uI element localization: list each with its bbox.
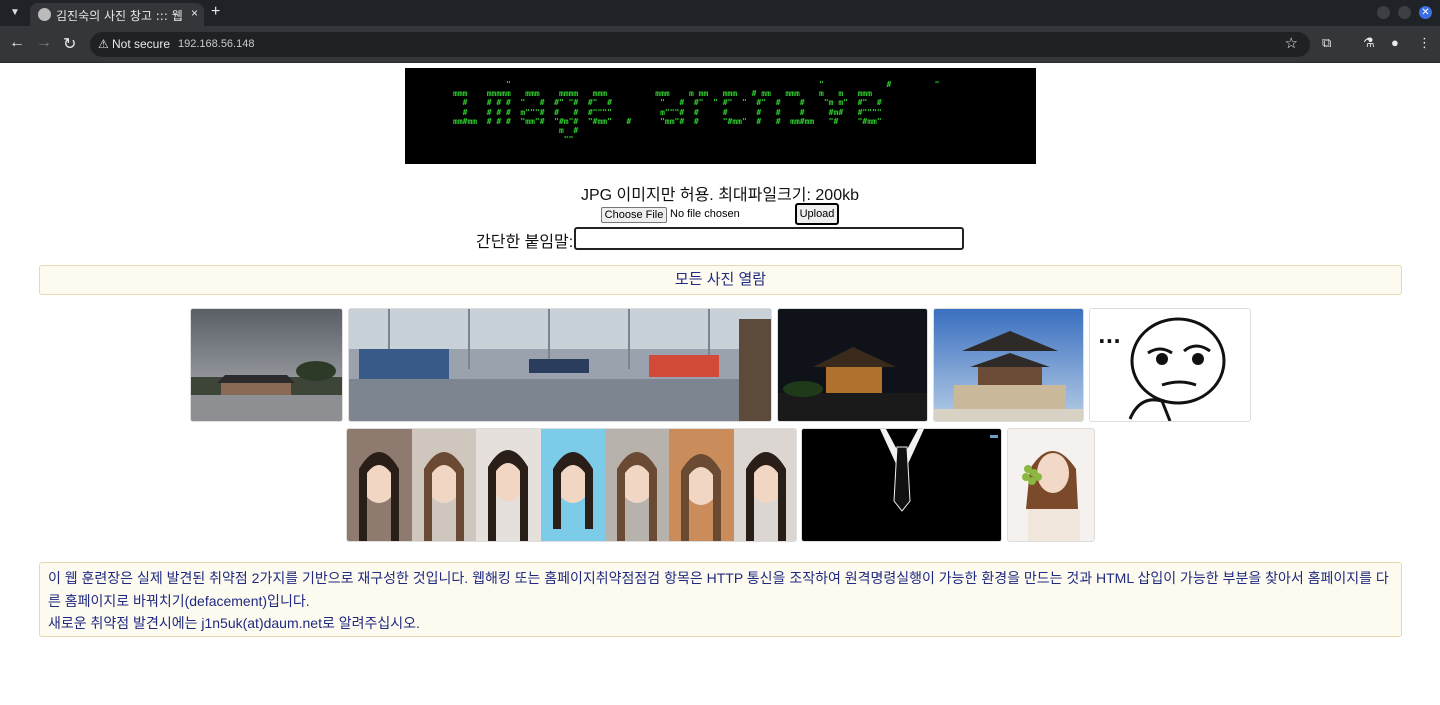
- active-tab[interactable]: 김진숙의 사진 창고 ::: 웹해킹 훈련장 ×: [30, 3, 204, 26]
- back-icon[interactable]: ←: [9, 34, 25, 52]
- labs-flask-icon[interactable]: ⚗: [1363, 35, 1375, 51]
- globe-icon: [38, 8, 51, 21]
- address-bar[interactable]: ⚠ Not secure 192.168.56.148 ☆: [90, 32, 1310, 57]
- upload-button[interactable]: Upload: [795, 203, 839, 225]
- thinking-face-image: ...: [1090, 309, 1250, 421]
- security-indicator[interactable]: Not secure: [112, 37, 170, 51]
- menu-kebab-icon[interactable]: ⋮: [1418, 35, 1431, 51]
- photo-thumbnail-palace-gate[interactable]: [933, 308, 1084, 422]
- woman-grapes-image: [1008, 429, 1094, 541]
- photo-thumbnail-suit-silhouette[interactable]: [801, 428, 1002, 542]
- reload-icon[interactable]: ↻: [63, 34, 76, 54]
- tab-strip: ▼ 김진숙의 사진 창고 ::: 웹해킹 훈련장 × + ✕: [0, 0, 1440, 26]
- info-description: 이 웹 훈련장은 실제 발견된 취약점 2가지를 기반으로 재구성한 것입니다.…: [48, 570, 1389, 609]
- minimize-button[interactable]: [1377, 6, 1390, 19]
- window-close-icon[interactable]: ✕: [1419, 6, 1432, 19]
- photo-thumbnail-portrait-collage[interactable]: [346, 428, 797, 542]
- extensions-icon[interactable]: ⧉: [1322, 35, 1331, 51]
- tab-search-icon[interactable]: ▼: [6, 4, 24, 22]
- photo-thumbnail-train-station[interactable]: [348, 308, 772, 422]
- photo-thumbnail-thinking-face[interactable]: ...: [1089, 308, 1251, 422]
- tab-title: 김진숙의 사진 창고 ::: 웹해킹 훈련장: [56, 9, 182, 23]
- palace-gate-image: [934, 309, 1083, 421]
- palace-night-image: [778, 309, 927, 421]
- bookmark-star-icon[interactable]: ☆: [1285, 34, 1298, 52]
- maximize-button[interactable]: [1398, 6, 1411, 19]
- browser-toolbar: ← → ↻ ⚠ Not secure 192.168.56.148 ☆ ⧉ ⚗ …: [0, 26, 1440, 63]
- portrait-collage-image: [347, 429, 796, 541]
- info-panel: 이 웹 훈련장은 실제 발견된 취약점 2가지를 기반으로 재구성한 것입니다.…: [39, 562, 1402, 637]
- caption-input[interactable]: [574, 227, 964, 250]
- profile-icon[interactable]: ●: [1391, 35, 1399, 50]
- photo-thumbnail-palace-night[interactable]: [777, 308, 928, 422]
- face-ellipsis-text: ...: [1098, 324, 1121, 348]
- train-station-image: [349, 309, 771, 421]
- ascii-art-banner: " " # " mmm mmmmm mmm mmmm mmm mmm m mm …: [405, 68, 1036, 164]
- tab-close-icon[interactable]: ×: [191, 6, 198, 20]
- url-text[interactable]: 192.168.56.148: [178, 38, 254, 50]
- file-status-text: No file chosen: [670, 208, 740, 220]
- choose-file-button[interactable]: Choose File: [601, 207, 667, 223]
- palace-cloudy-image: [191, 309, 342, 421]
- info-contact: 새로운 취약점 발견시에는 j1n5uk(at)daum.net로 알려주십시오…: [48, 615, 420, 631]
- ascii-art-text: " " # " mmm mmmmm mmm mmmm mmm mmm m mm …: [453, 80, 940, 145]
- upload-notice: JPG 이미지만 허용. 최대파일크기: 200kb: [580, 187, 860, 204]
- forward-icon[interactable]: →: [36, 34, 52, 52]
- view-all-photos-link[interactable]: 모든 사진 열람: [39, 265, 1402, 295]
- suit-silhouette-image: [802, 429, 1001, 541]
- photo-thumbnail-woman-grapes[interactable]: [1007, 428, 1095, 542]
- caption-label: 간단한 붙임말:: [476, 234, 574, 251]
- warning-icon: ⚠: [98, 37, 109, 51]
- new-tab-button[interactable]: +: [211, 3, 220, 21]
- photo-thumbnail-palace-cloudy[interactable]: [190, 308, 343, 422]
